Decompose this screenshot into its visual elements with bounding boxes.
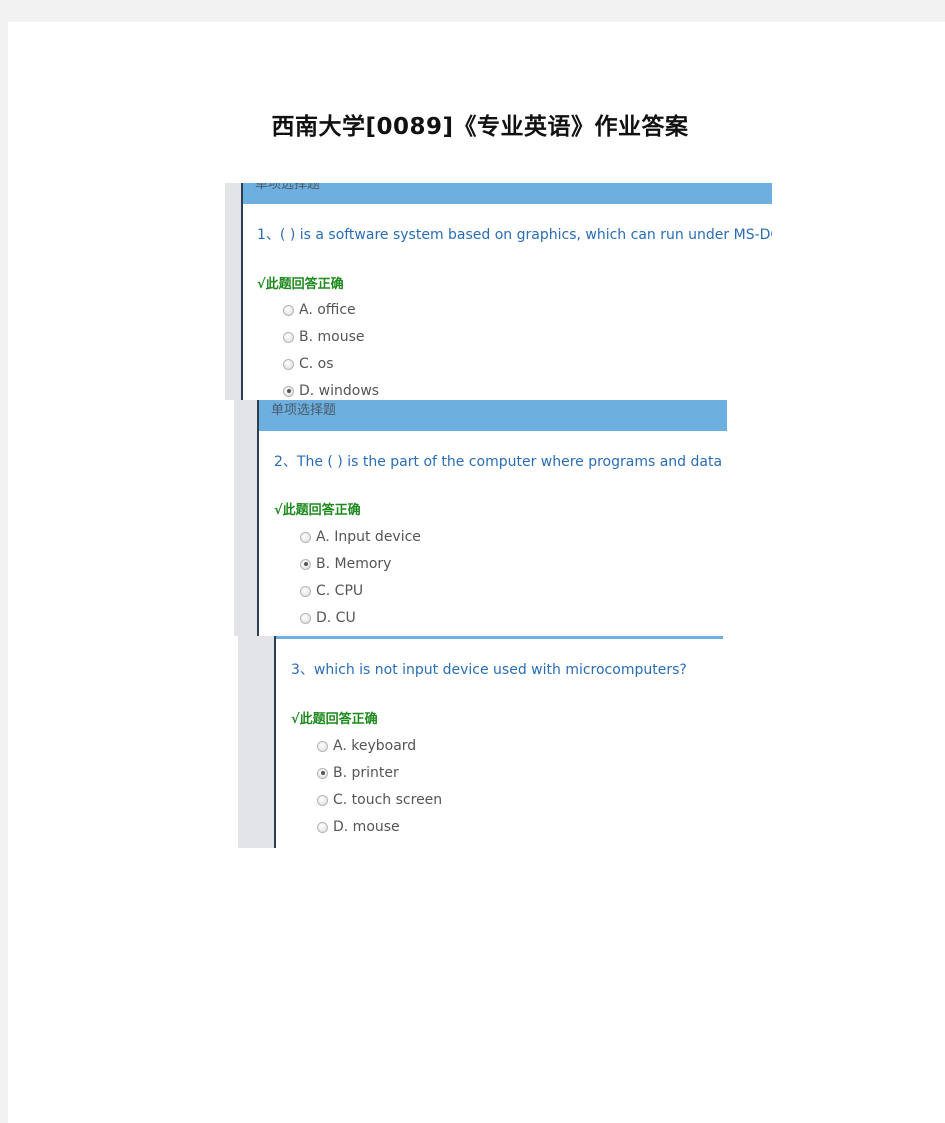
content-border: [274, 636, 276, 848]
document-title: 西南大学[0089]《专业英语》作业答案: [271, 114, 689, 140]
option-label: C. os: [299, 356, 334, 372]
option-b[interactable]: B. printer: [317, 765, 399, 781]
question-screenshot-1: 单项选择题 1、( ) is a software system based o…: [225, 183, 772, 400]
option-label: B. Memory: [316, 556, 392, 572]
option-label: C. touch screen: [333, 792, 443, 808]
section-header-bottom-edge: [276, 636, 723, 639]
radio-button-icon[interactable]: [317, 740, 328, 752]
sidebar-gutter: [238, 636, 274, 848]
question-text: 1、( ) is a software system based on grap…: [257, 227, 772, 243]
sidebar-gutter: [234, 400, 257, 636]
answer-status: √此题回答正确: [274, 503, 361, 518]
radio-button-icon[interactable]: [283, 304, 294, 316]
radio-button-icon[interactable]: [300, 585, 311, 597]
question-screenshot-3: 3、which is not input device used with mi…: [238, 636, 723, 848]
answer-status: √此题回答正确: [257, 277, 344, 292]
radio-button-selected-icon[interactable]: [300, 558, 311, 570]
radio-button-icon[interactable]: [300, 612, 311, 624]
question-text: 2、The ( ) is the part of the computer wh…: [274, 454, 727, 470]
radio-button-icon[interactable]: [317, 821, 328, 833]
option-c[interactable]: C. os: [283, 356, 334, 372]
option-a[interactable]: A. Input device: [300, 529, 421, 545]
option-label: B. mouse: [299, 329, 365, 345]
option-label: A. keyboard: [333, 738, 417, 754]
option-label: D. mouse: [333, 819, 400, 835]
option-b[interactable]: B. Memory: [300, 556, 391, 572]
radio-button-icon[interactable]: [317, 794, 328, 806]
radio-button-selected-icon[interactable]: [283, 385, 294, 397]
option-c[interactable]: C. touch screen: [317, 792, 442, 808]
option-b[interactable]: B. mouse: [283, 329, 365, 345]
radio-button-icon[interactable]: [283, 358, 294, 370]
content-border: [241, 183, 243, 400]
radio-button-icon[interactable]: [300, 531, 311, 543]
option-label: D. windows: [299, 383, 380, 399]
option-a[interactable]: A. office: [283, 302, 356, 318]
section-header: 单项选择题: [243, 183, 772, 204]
option-label: A. Input device: [316, 529, 421, 545]
question-text: 3、which is not input device used with mi…: [291, 662, 687, 678]
section-header: 单项选择题: [259, 400, 727, 431]
option-label: D. CU: [316, 610, 356, 626]
radio-button-icon[interactable]: [283, 331, 294, 343]
option-label: C. CPU: [316, 583, 364, 599]
option-d[interactable]: D. windows: [283, 383, 379, 399]
option-c[interactable]: C. CPU: [300, 583, 363, 599]
sidebar-gutter: [225, 183, 241, 400]
option-label: A. office: [299, 302, 356, 318]
option-label: B. printer: [333, 765, 399, 781]
content-border: [257, 400, 259, 636]
option-d[interactable]: D. CU: [300, 610, 356, 626]
option-d[interactable]: D. mouse: [317, 819, 400, 835]
question-screenshot-2: 单项选择题 2、The ( ) is the part of the compu…: [234, 400, 727, 636]
radio-button-selected-icon[interactable]: [317, 767, 328, 779]
option-a[interactable]: A. keyboard: [317, 738, 416, 754]
answer-status: √此题回答正确: [291, 712, 378, 727]
